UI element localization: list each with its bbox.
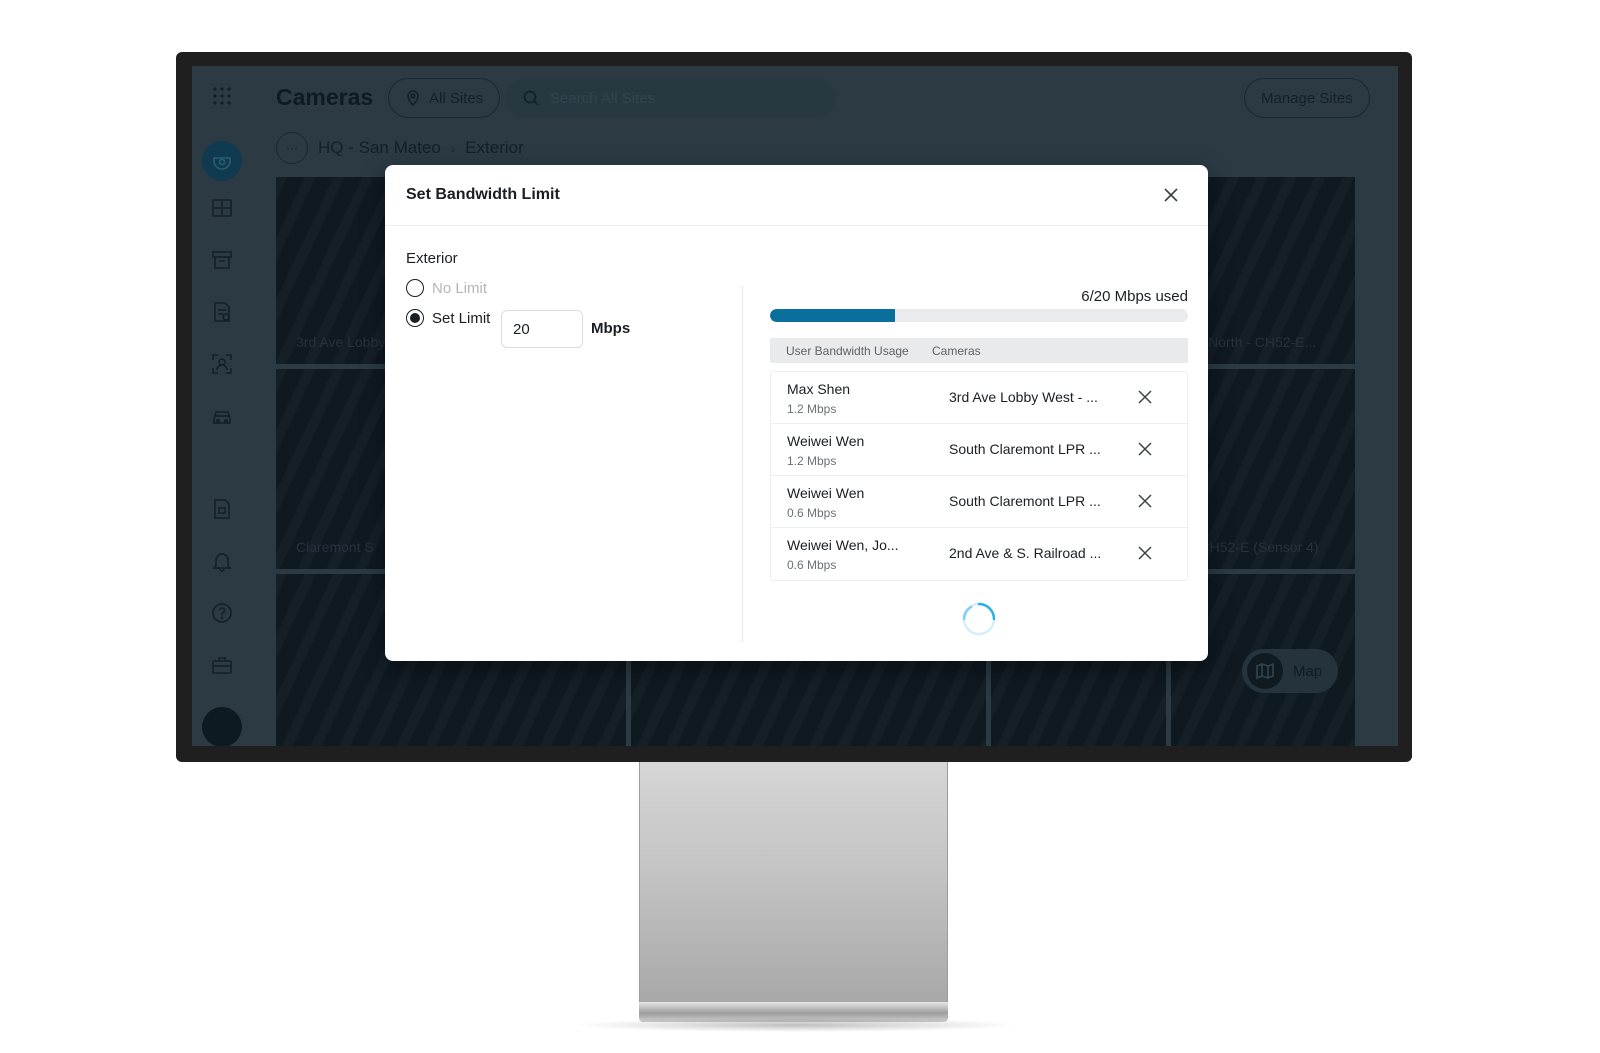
table-row: Weiwei Wen 1.2 Mbps South Claremont LPR …: [771, 424, 1187, 476]
bell-icon[interactable]: [209, 548, 235, 574]
face-scan-icon[interactable]: [209, 351, 235, 377]
close-button[interactable]: [1160, 184, 1182, 206]
no-limit-radio[interactable]: [406, 279, 424, 297]
limit-unit-label: Mbps: [591, 320, 631, 337]
breadcrumb: ··· HQ - San Mateo › Exterior: [276, 132, 524, 164]
remove-row-button[interactable]: [1137, 441, 1155, 459]
search-input[interactable]: Search All Sites: [506, 78, 836, 118]
map-button[interactable]: Map: [1242, 649, 1338, 693]
table-row: Weiwei Wen 0.6 Mbps South Claremont LPR …: [771, 476, 1187, 528]
row-camera: 2nd Ave & S. Railroad ...: [949, 545, 1102, 561]
loading-spinner-icon: [962, 602, 996, 636]
row-user: Max Shen: [787, 381, 851, 397]
camera-dome-icon[interactable]: [202, 141, 242, 181]
close-icon: [1138, 494, 1152, 508]
close-icon: [1138, 442, 1152, 456]
sidebar: [192, 66, 252, 746]
site-filter-label: All Sites: [429, 89, 484, 107]
breadcrumb-current: Exterior: [465, 138, 524, 157]
row-mbps: 1.2 Mbps: [787, 454, 837, 468]
usage-progress-fill: [770, 309, 896, 322]
search-placeholder: Search All Sites: [550, 89, 656, 107]
site-filter-button[interactable]: All Sites: [388, 78, 501, 118]
close-icon: [1164, 188, 1178, 202]
page-title: Cameras: [276, 84, 374, 110]
table-header: User Bandwidth Usage Cameras: [770, 338, 1188, 363]
manage-sites-label: Manage Sites: [1261, 89, 1353, 107]
row-mbps: 1.2 Mbps: [787, 402, 837, 416]
table-row: Weiwei Wen, Jo... 0.6 Mbps 2nd Ave & S. …: [771, 528, 1187, 580]
camera-tile-caption: St North - CH52-E...: [1191, 334, 1317, 350]
stand-shadow: [570, 1018, 1020, 1032]
bandwidth-limit-dialog: Set Bandwidth Limit Exterior No Limit Se…: [385, 165, 1208, 661]
row-camera: 3rd Ave Lobby West - ...: [949, 389, 1098, 405]
no-limit-option[interactable]: No Limit: [406, 279, 487, 297]
report-icon[interactable]: [209, 299, 235, 325]
camera-tile-caption: - CH52-E (Sensor 4): [1191, 539, 1319, 555]
limit-value-input[interactable]: [501, 310, 583, 348]
close-icon: [1138, 546, 1152, 560]
row-user: Weiwei Wen: [787, 485, 865, 501]
set-limit-label: Set Limit: [432, 309, 491, 327]
column-header-cameras: Cameras: [932, 343, 981, 358]
divider: [742, 286, 743, 642]
row-mbps: 0.6 Mbps: [787, 558, 837, 572]
usage-progress-bar: [770, 309, 1188, 322]
breadcrumb-site[interactable]: HQ - San Mateo: [318, 138, 441, 158]
archive-icon[interactable]: [209, 247, 235, 273]
row-user: Weiwei Wen: [787, 433, 865, 449]
row-camera: South Claremont LPR ...: [949, 441, 1101, 457]
dialog-header: Set Bandwidth Limit: [385, 165, 1208, 226]
row-user: Weiwei Wen, Jo...: [787, 537, 899, 553]
close-icon: [1138, 390, 1152, 404]
table-row: Max Shen 1.2 Mbps 3rd Ave Lobby West - .…: [771, 372, 1187, 424]
map-button-label: Map: [1293, 662, 1323, 680]
row-mbps: 0.6 Mbps: [787, 506, 837, 520]
usage-text: 6/20 Mbps used: [1081, 288, 1188, 305]
row-camera: South Claremont LPR ...: [949, 493, 1101, 509]
search-icon: [523, 90, 539, 106]
set-limit-option[interactable]: Set Limit: [406, 309, 490, 327]
layout-grid-icon[interactable]: [209, 195, 235, 221]
section-label: Exterior: [406, 250, 458, 267]
avatar[interactable]: [202, 707, 242, 746]
map-icon: [1256, 662, 1274, 680]
breadcrumb-separator: ›: [450, 140, 456, 156]
vehicle-icon[interactable]: [209, 403, 235, 429]
column-header-user: User Bandwidth Usage: [786, 343, 909, 358]
apps-grid-icon[interactable]: [209, 83, 235, 109]
remove-row-button[interactable]: [1137, 389, 1155, 407]
bandwidth-table: User Bandwidth Usage Cameras Max Shen 1.…: [770, 338, 1188, 581]
manage-sites-button[interactable]: Manage Sites: [1244, 78, 1370, 118]
table-body: Max Shen 1.2 Mbps 3rd Ave Lobby West - .…: [770, 371, 1188, 581]
no-limit-label: No Limit: [432, 279, 488, 297]
set-limit-radio[interactable]: [406, 309, 424, 327]
radio-selected-dot: [410, 313, 420, 323]
breadcrumb-more-button[interactable]: ···: [276, 132, 308, 164]
remove-row-button[interactable]: [1137, 493, 1155, 511]
remove-row-button[interactable]: [1137, 545, 1155, 563]
help-icon[interactable]: [209, 600, 235, 626]
location-pin-icon: [407, 90, 419, 106]
toolbox-icon[interactable]: [209, 652, 235, 678]
dialog-title: Set Bandwidth Limit: [406, 186, 560, 203]
monitor-stand: [639, 762, 948, 1002]
camera-tile-caption: Claremont S: [296, 539, 374, 555]
document-icon[interactable]: [209, 496, 235, 522]
